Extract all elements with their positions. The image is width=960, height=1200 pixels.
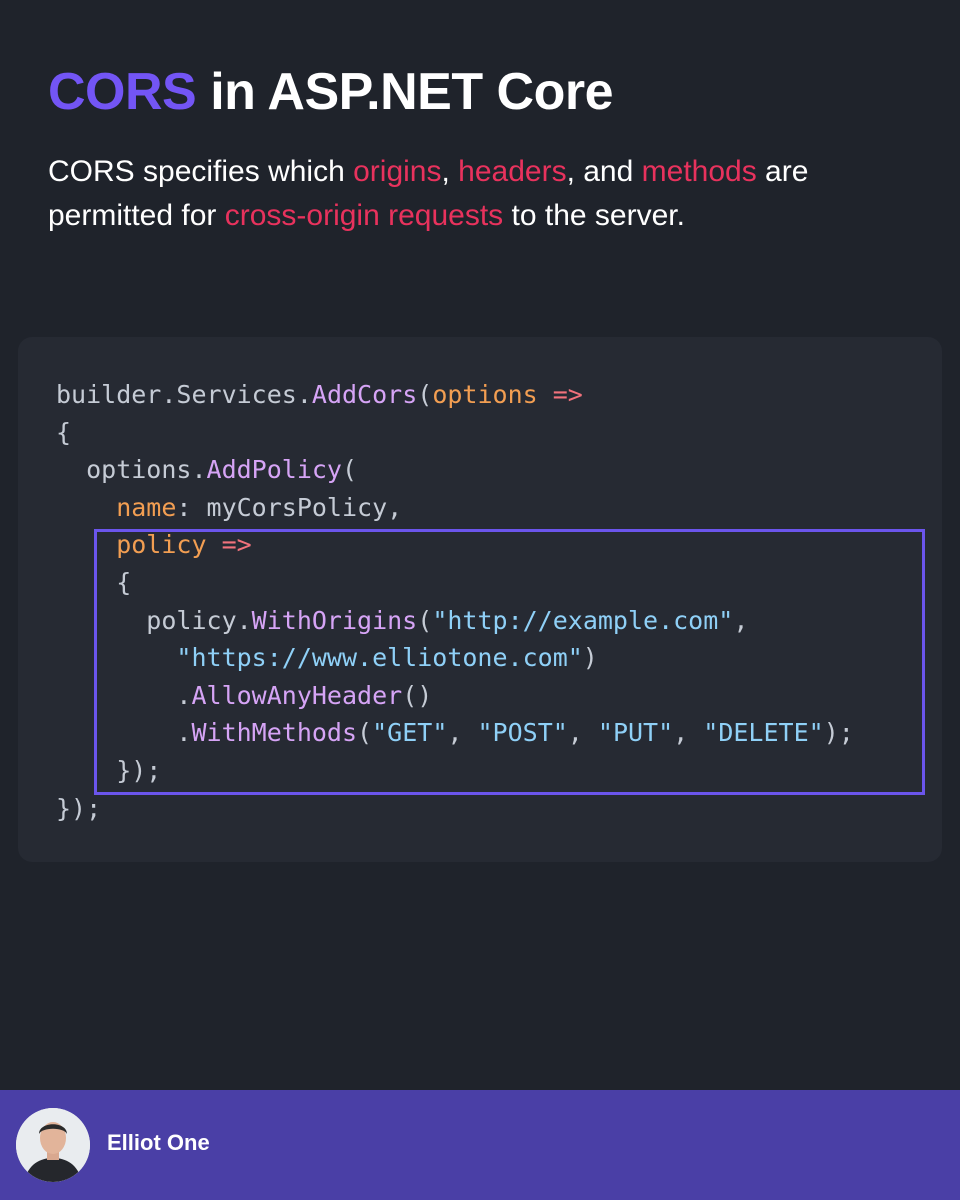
description-text-1: CORS specifies which (48, 155, 354, 188)
code-token: builder. (56, 380, 177, 409)
title-rest: in ASP.NET Core (196, 63, 614, 121)
highlight-cross-origin: cross-origin requests (224, 199, 504, 232)
footer-bar: Elliot One (0, 1090, 960, 1200)
title-accent: CORS (48, 63, 197, 121)
code-token: ( (417, 380, 433, 409)
highlight-methods: methods (641, 155, 757, 188)
page-title: CORS in ASP.NET Core (48, 62, 614, 122)
code-token: AddCors (311, 380, 418, 409)
code-token: Services. (176, 380, 312, 409)
code-token: ( (341, 455, 358, 485)
code-token: options (432, 380, 538, 409)
code-line: name: myCorsPolicy, (56, 489, 854, 527)
code-line: { (56, 414, 854, 452)
code-token: AddPolicy (206, 455, 342, 485)
avatar-icon (16, 1108, 90, 1182)
description-text-3: , and (566, 155, 642, 188)
description: CORS specifies which origins, headers, a… (48, 150, 928, 238)
code-line: }); (56, 790, 854, 828)
description-text-5: to the server. (503, 199, 685, 232)
code-token: : myCorsPolicy, (176, 492, 403, 522)
code-token: name (56, 492, 177, 522)
code-line: builder.Services.AddCors(options => (56, 376, 854, 414)
code-token: { (56, 417, 72, 447)
code-line: options.AddPolicy( (56, 451, 854, 489)
code-token: options. (56, 455, 207, 485)
policy-highlight-box (94, 529, 925, 795)
code-token: => (552, 380, 583, 409)
description-text-2: , (441, 155, 459, 188)
code-token: }); (56, 793, 102, 823)
highlight-headers: headers (458, 155, 567, 188)
highlight-origins: origins (353, 155, 442, 188)
author-name: Elliot One (107, 1130, 210, 1155)
